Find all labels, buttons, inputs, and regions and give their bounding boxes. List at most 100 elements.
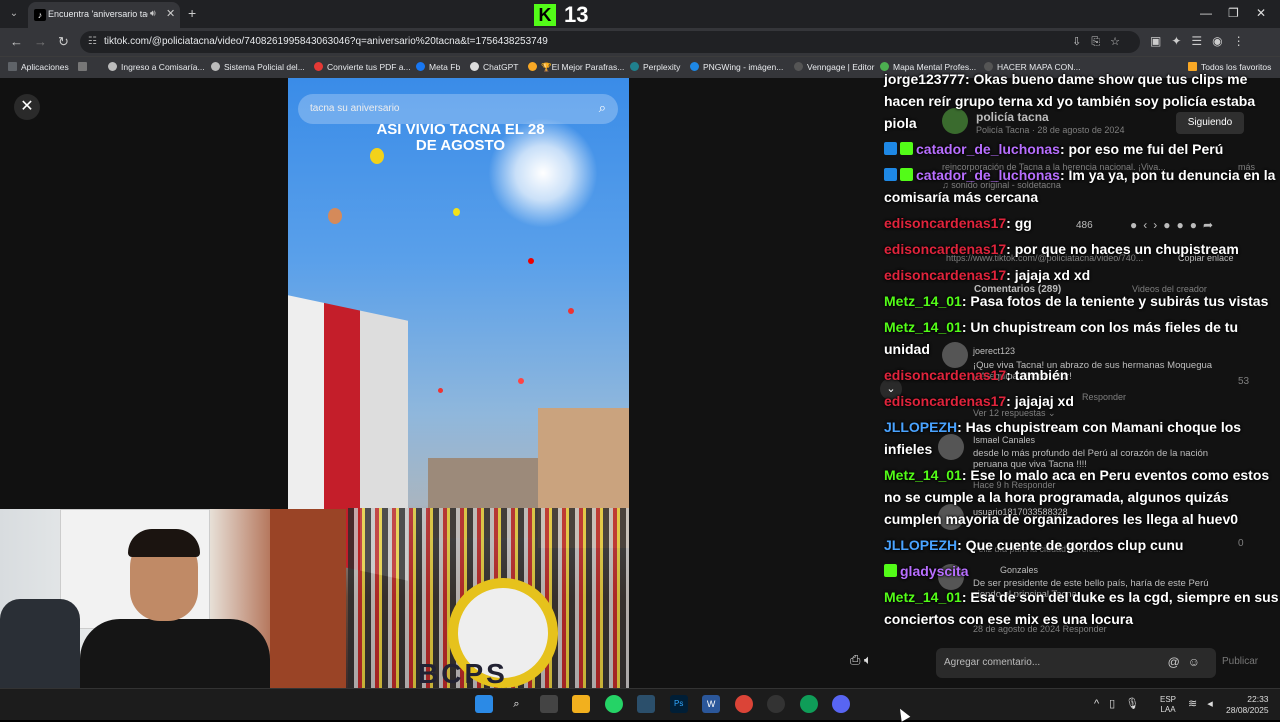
clock-date: 28/08/2025 — [1226, 705, 1269, 715]
streamer-hair — [128, 529, 200, 557]
balloon — [453, 208, 460, 216]
bookmark-label: Perplexity — [643, 62, 681, 72]
url-text[interactable]: tiktok.com/@policiatacna/video/740826199… — [104, 36, 548, 47]
chat-text: : jajajaj xd — [1006, 393, 1074, 409]
extension-icons[interactable]: ▣✦☰◉⋮ — [1150, 34, 1255, 48]
chat-username[interactable]: Metz_14_01 — [884, 293, 962, 309]
volume-icon[interactable]: ⎙ 🔈︎ — [850, 652, 872, 668]
back-icon[interactable]: ← — [10, 34, 23, 49]
new-tab-icon[interactable]: + — [188, 5, 196, 21]
audio-playing-icon[interactable]: 🔊︎ — [150, 8, 156, 19]
chat-badge-icon — [900, 168, 913, 181]
chat-username[interactable]: edisoncardenas17 — [884, 267, 1006, 283]
chat-message: edisoncardenas17: jajajaj xd — [884, 390, 1280, 412]
chat-username[interactable]: jorge123777 — [884, 71, 965, 87]
layout-code: LAA — [1160, 705, 1176, 714]
chat-text: : Que cuente de gordos clup cunu — [957, 537, 1184, 553]
chat-username[interactable]: edisoncardenas17 — [884, 393, 1006, 409]
bookmark-item[interactable]: Venngage | Editor — [794, 62, 874, 72]
bookmark-item[interactable]: Aplicaciones — [8, 62, 69, 72]
bookmark-item[interactable] — [78, 62, 91, 72]
chrome-active-icon[interactable] — [799, 695, 818, 713]
omnibox[interactable]: ☷ tiktok.com/@policiatacna/video/7408261… — [80, 31, 1140, 53]
tab-close-icon[interactable]: ✕ — [166, 7, 175, 20]
system-tray-icons[interactable]: ^▯🎙 — [1094, 697, 1149, 710]
apps-grid-icon — [8, 62, 17, 71]
network-volume-icons[interactable]: ≋◂ — [1188, 697, 1223, 710]
discord-icon[interactable] — [831, 695, 850, 713]
chat-username[interactable]: catador_de_luchonas — [916, 141, 1060, 157]
mention-emoji-icons[interactable]: @☺ — [1168, 655, 1208, 669]
close-video-icon[interactable]: ✕ — [14, 94, 40, 120]
reload-icon[interactable]: ↻ — [58, 34, 69, 50]
publish-button[interactable]: Publicar — [1222, 656, 1258, 667]
chat-badge-icon — [884, 564, 897, 577]
chat-username[interactable]: Metz_14_01 — [884, 319, 962, 335]
file-explorer-icon[interactable] — [572, 695, 591, 713]
globe-icon — [211, 62, 220, 71]
chat-username[interactable]: gladyscita — [900, 563, 968, 579]
window-close-icon[interactable]: ✕ — [1256, 6, 1266, 20]
chat-username[interactable]: JLLOPEZH — [884, 419, 957, 435]
omnibox-actions[interactable]: ⇩⎘☆ — [1072, 35, 1130, 49]
chat-message: JLLOPEZH: Has chupistream con Mamani cho… — [884, 416, 1280, 460]
chat-badge-icon — [900, 142, 913, 155]
site-info-icon[interactable]: ☷ — [88, 36, 97, 47]
task-view-icon[interactable] — [539, 695, 558, 713]
bookmark-item[interactable]: Ingreso a Comisaría... — [108, 62, 205, 72]
tab-search-icon[interactable]: ⌄ — [6, 6, 22, 22]
pngwing-icon — [690, 62, 699, 71]
bookmark-item[interactable]: Perplexity — [630, 62, 680, 72]
bookmark-label: 🏆El Mejor Parafras... — [541, 62, 625, 72]
comment-input[interactable]: Agregar comentario... @☺ — [936, 648, 1216, 678]
bookmark-label: Convierte tus PDF a... — [327, 62, 411, 72]
video-search-text: tacna su aniversario — [310, 103, 400, 114]
active-tab[interactable]: ♪ Encuentra 'aniversario tacna' 🔊︎ ✕ — [28, 2, 180, 28]
video-backdrop: ✕ — [0, 78, 288, 510]
capture-icon[interactable] — [767, 695, 786, 713]
bookmark-item[interactable]: Meta Fb — [416, 62, 460, 72]
windows-start-icon[interactable] — [475, 695, 493, 713]
maximize-icon[interactable]: ❐ — [1228, 6, 1239, 20]
chrome-icon[interactable] — [734, 695, 753, 713]
chat-message: Metz_14_01: Esa de son del duke es la cg… — [884, 586, 1280, 630]
bookmark-item[interactable]: PNGWing - imágen... — [690, 62, 783, 72]
bookmark-item[interactable]: 🏆El Mejor Parafras... — [528, 62, 624, 73]
chat-username[interactable]: catador_de_luchonas — [916, 167, 1060, 183]
bookmark-item[interactable]: Convierte tus PDF a... — [314, 62, 411, 72]
word-icon[interactable]: W — [702, 695, 721, 713]
bookmark-item[interactable]: Sistema Policial del... — [211, 62, 305, 72]
chat-message: JLLOPEZH: Que cuente de gordos clup cunu — [884, 534, 1280, 556]
pdf-icon — [314, 62, 323, 71]
app-icon[interactable] — [637, 695, 656, 713]
chat-text: : también — [1006, 367, 1069, 383]
balloon — [438, 388, 443, 393]
tiktok-favicon-icon: ♪ — [34, 9, 46, 21]
chat-username[interactable]: edisoncardenas17 — [884, 367, 1006, 383]
kick-logo-icon: K — [534, 4, 556, 26]
photoshop-icon[interactable]: Ps — [669, 695, 688, 713]
minimize-icon[interactable]: — — [1200, 6, 1212, 20]
forward-icon[interactable]: → — [34, 34, 47, 49]
chat-username[interactable]: edisoncardenas17 — [884, 241, 1006, 257]
search-icon[interactable]: ⌕ — [599, 100, 606, 116]
chat-message: Metz_14_01: Pasa fotos de la teniente y … — [884, 290, 1280, 312]
video-search-bar[interactable]: tacna su aniversario ⌕ — [298, 94, 618, 124]
chat-message: Metz_14_01: Ese lo malo aca en Peru even… — [884, 464, 1280, 530]
clock[interactable]: 22:33 28/08/2025 — [1226, 694, 1269, 716]
chat-username[interactable]: JLLOPEZH — [884, 537, 957, 553]
search-icon[interactable]: ⌕ — [507, 695, 525, 713]
chat-message: catador_de_luchonas: por eso me fui del … — [884, 138, 1280, 160]
comment-placeholder: Agregar comentario... — [944, 657, 1041, 668]
clock-time: 22:33 — [1247, 694, 1269, 704]
chat-badge-icon — [884, 168, 897, 181]
chat-text: : jajaja xd xd — [1006, 267, 1091, 283]
language-indicator[interactable]: ESP LAA — [1160, 695, 1176, 715]
chat-text: : gg — [1006, 215, 1032, 231]
chat-username[interactable]: edisoncardenas17 — [884, 215, 1006, 231]
whatsapp-icon[interactable] — [604, 695, 623, 713]
chat-message: Metz_14_01: Un chupistream con los más f… — [884, 316, 1280, 360]
bookmark-item[interactable]: ChatGPT — [470, 62, 518, 72]
chat-username[interactable]: Metz_14_01 — [884, 589, 962, 605]
chat-username[interactable]: Metz_14_01 — [884, 467, 962, 483]
